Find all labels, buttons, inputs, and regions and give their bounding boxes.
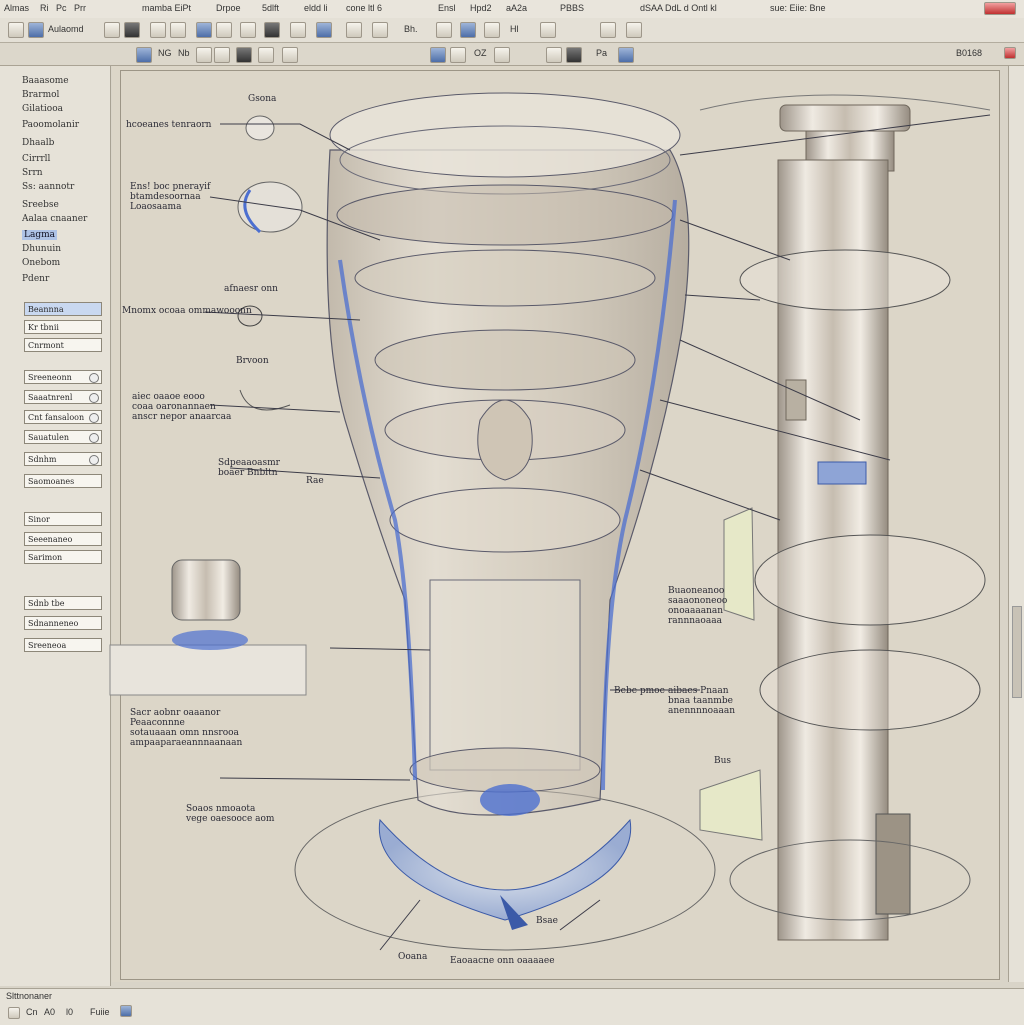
callout-label: Rae — [306, 476, 324, 486]
callout-label: Eaoaacne onn oaaaaee — [450, 956, 555, 966]
status-text: Slttnonaner — [6, 991, 53, 1001]
callout-label: Soaos nmoaota vege oaesooce aom — [186, 804, 275, 824]
snap-icon[interactable] — [120, 1005, 132, 1017]
status-text: Fuiie — [90, 1007, 110, 1017]
callout-label: Sdpeaaoasmr boaer Bnbltn — [218, 458, 280, 478]
callout-label: hcoeanes tenraorn — [126, 120, 212, 130]
callout-label: Ooana — [398, 952, 428, 962]
callout-label: Buaoneanoo saaaononeoo onoaaaanan rannna… — [668, 586, 728, 626]
callout-label: aibaes Pnaan bnaa taanmbe anennnnoaaan — [668, 686, 735, 716]
cad-drawing[interactable] — [0, 0, 1024, 1024]
callout-label: Gsona — [248, 94, 277, 104]
callout-label: aiec oaaoe eooo coaa oaronannaen anscr n… — [132, 392, 232, 422]
main-vessel[interactable] — [294, 92, 716, 951]
status-text: l0 — [66, 1007, 74, 1017]
scrollbar-thumb[interactable] — [1012, 606, 1022, 698]
detail-view-part[interactable] — [109, 559, 307, 696]
callout-label: Bus — [714, 756, 732, 766]
status-bar: Slttnonaner Cn A0 l0 Fuiie — [0, 988, 1024, 1025]
vertical-scrollbar[interactable] — [1008, 66, 1024, 982]
callout-label: Brvoon — [236, 356, 269, 366]
grid-icon[interactable] — [8, 1007, 20, 1019]
callout-label: Mnomx ocoaa ommawooonn — [122, 306, 252, 316]
callout-label: Bebe pmoe — [614, 686, 665, 696]
shaft-assembly[interactable] — [699, 94, 991, 941]
status-text: Cn — [26, 1007, 38, 1017]
status-text: A0 — [44, 1007, 56, 1017]
callout-label: Sacr aobnr oaaanor Peaaconnne sotauaaan … — [130, 708, 243, 748]
callout-label: afnaesr onn — [224, 284, 278, 294]
callout-label: Ens! boc pnerayif btamdesoornaa Loaosaam… — [130, 182, 211, 212]
callout-label: Bsae — [536, 916, 558, 926]
